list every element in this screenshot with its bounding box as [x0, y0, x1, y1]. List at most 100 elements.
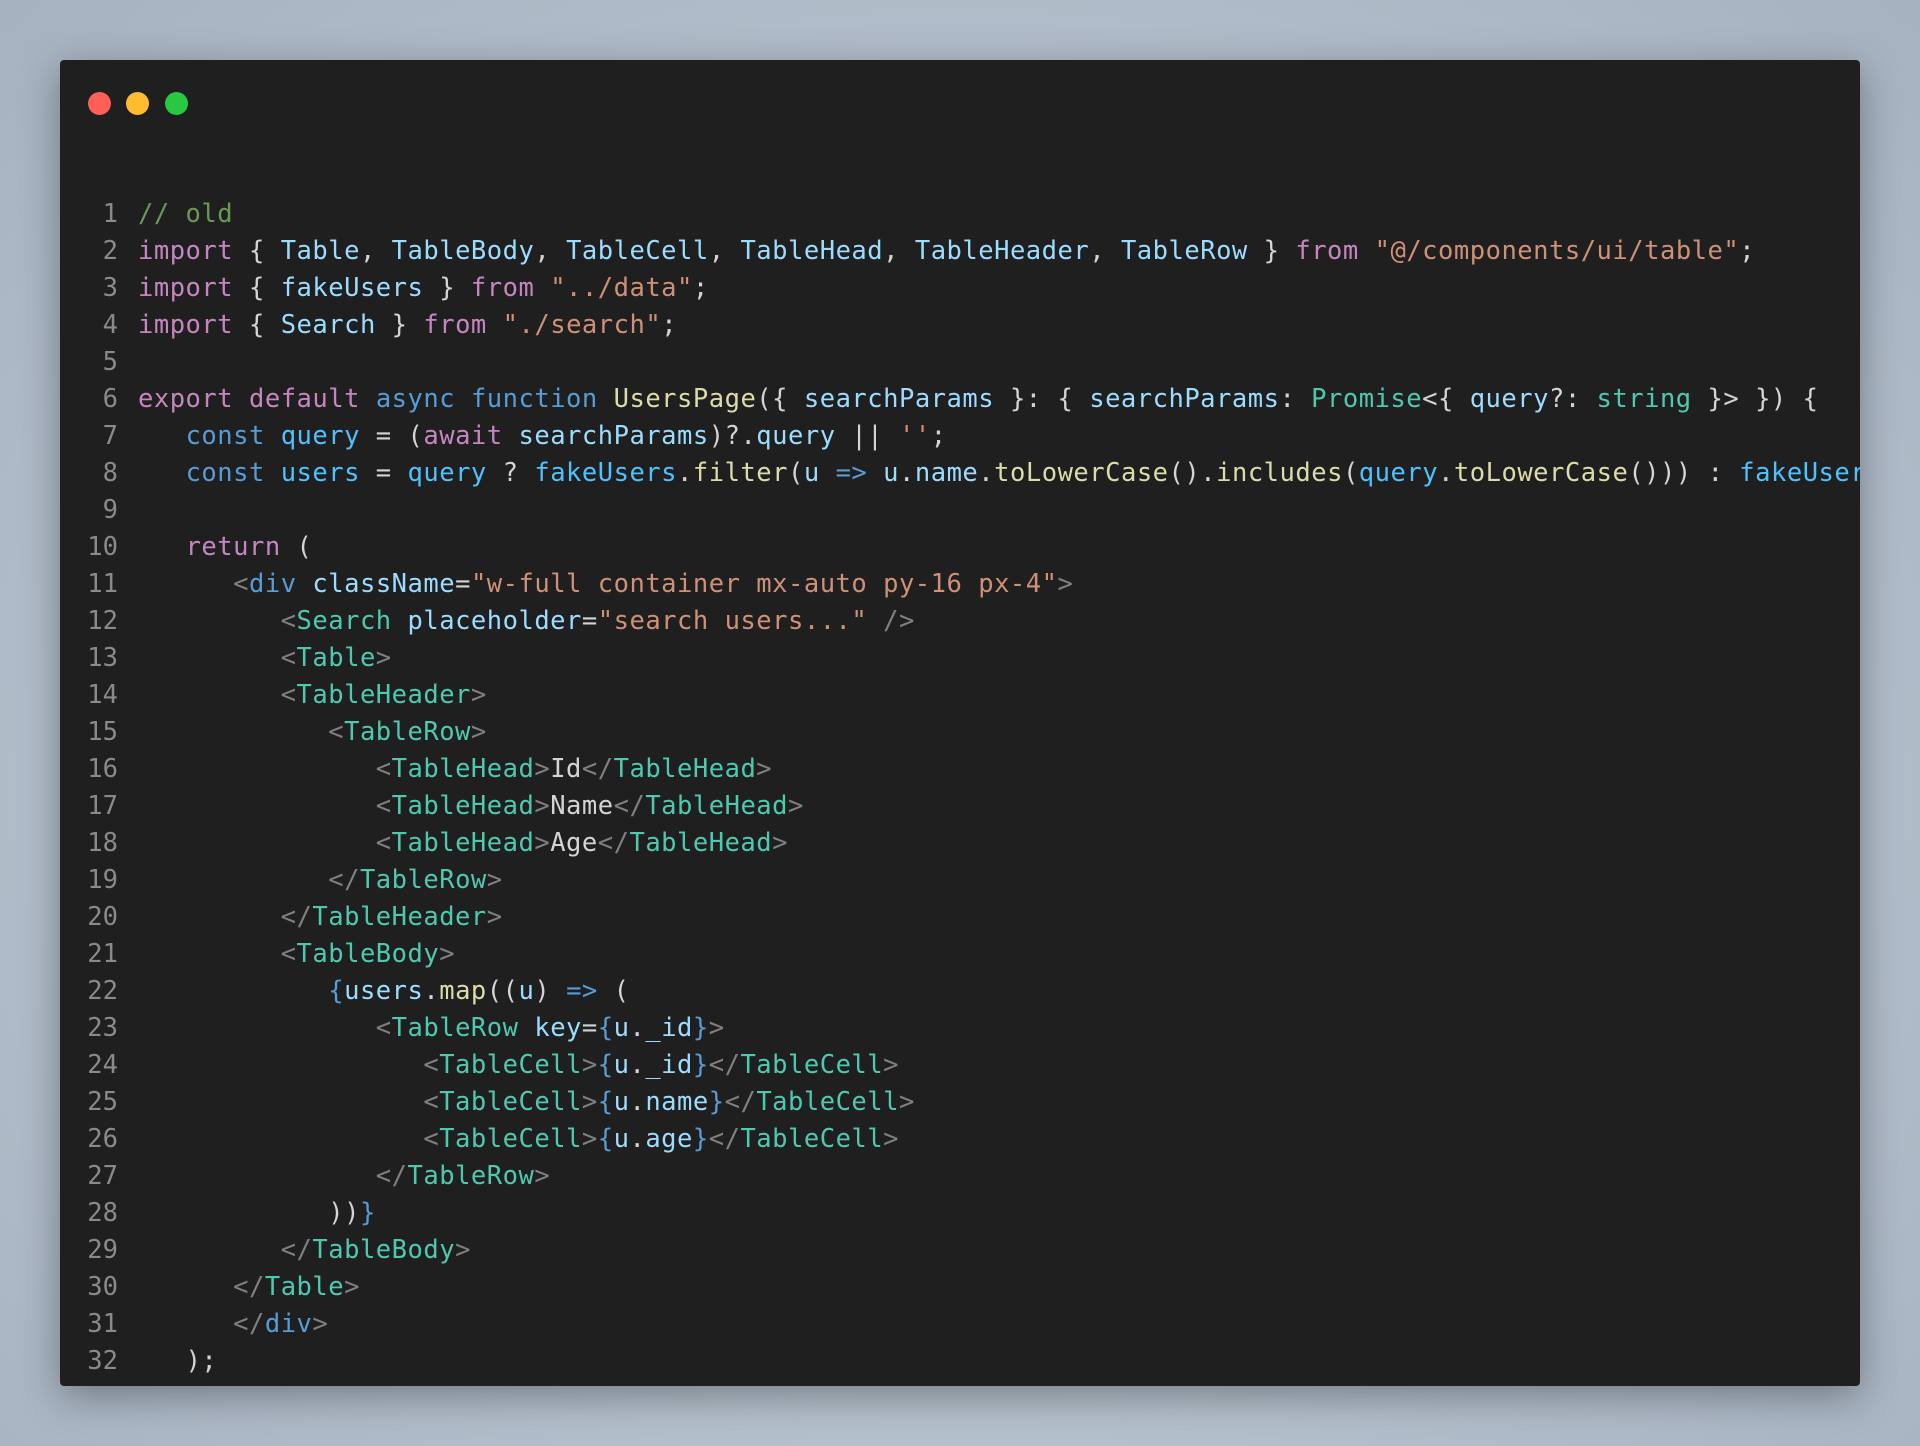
code-token: = — [581, 606, 598, 636]
code-token: > — [486, 902, 503, 932]
line-number: 29 — [87, 1235, 118, 1265]
code-token: > — [534, 828, 551, 858]
code-token: > — [470, 680, 487, 710]
code-token: TableBody — [312, 1235, 456, 1265]
code-line: 18 <TableHead>Age</TableHead> — [60, 825, 1860, 862]
code-line: 19 </TableRow> — [60, 862, 1860, 899]
code-token: . — [1438, 458, 1454, 488]
code-token: </ — [328, 865, 360, 895]
code-text: <TableHeader> — [138, 677, 487, 714]
line-number: 3 — [102, 273, 118, 303]
code-token: < — [280, 643, 297, 673]
code-token: } — [375, 310, 424, 340]
close-button[interactable] — [88, 92, 111, 115]
code-token: div — [248, 569, 297, 599]
code-token: > — [581, 1087, 598, 1117]
code-token: => — [566, 976, 598, 1006]
code-token: > — [1057, 569, 1074, 599]
line-number: 31 — [87, 1309, 118, 1339]
code-line: 10 return ( — [60, 529, 1860, 566]
code-token: . — [629, 1124, 646, 1154]
maximize-button[interactable] — [165, 92, 188, 115]
code-token: (( — [486, 976, 519, 1006]
code-token: </ — [233, 1309, 265, 1339]
code-window: 1 // old 2 import { Table, TableBody, Table… — [60, 60, 1860, 1386]
line-number: 22 — [87, 976, 118, 1006]
code-token: > — [756, 754, 773, 784]
code-token: TableBody — [391, 236, 535, 266]
code-token: TableBody — [296, 939, 440, 969]
code-token: } — [359, 1198, 376, 1228]
code-token: searchParams — [518, 421, 709, 451]
code-token: TableCell — [740, 1050, 884, 1080]
code-token: </ — [708, 1050, 741, 1080]
code-text: </TableRow> — [138, 1158, 550, 1195]
code-text: const query = (await searchParams)?.quer… — [138, 418, 947, 455]
code-token: , — [708, 236, 741, 266]
line-number: 20 — [87, 902, 118, 932]
code-token: . — [899, 458, 915, 488]
code-token: u — [613, 1087, 630, 1117]
code-line: 14 <TableHeader> — [60, 677, 1860, 714]
code-token: function — [470, 384, 598, 414]
code-token: </ — [581, 754, 614, 784]
code-token: , — [359, 236, 392, 266]
code-token: ?: — [1548, 384, 1597, 414]
code-editor[interactable]: 1 // old 2 import { Table, TableBody, Table… — [60, 196, 1860, 1386]
code-token: </ — [724, 1087, 757, 1117]
code-text: <TableCell>{u.age}</TableCell> — [138, 1121, 899, 1158]
code-line: 20 </TableHeader> — [60, 899, 1860, 936]
code-token: fakeUsers — [534, 458, 678, 488]
code-token: TableCell — [439, 1124, 582, 1154]
code-token: > — [486, 865, 503, 895]
code-text: <Search placeholder="search users..." /> — [138, 603, 915, 640]
code-token: < — [375, 828, 392, 858]
code-token: <{ — [1422, 384, 1470, 414]
code-text: export default async function UsersPage(… — [138, 381, 1818, 418]
code-token: TableRow — [344, 717, 471, 747]
code-token: TableHeader — [312, 902, 487, 932]
code-token: </ — [280, 1235, 313, 1265]
line-number: 24 — [87, 1050, 118, 1080]
line-number: 21 — [87, 939, 118, 969]
code-text: </TableBody> — [138, 1232, 471, 1269]
code-line: 32 ); — [60, 1343, 1860, 1380]
code-line: 23 <TableRow key={u._id}> — [60, 1010, 1860, 1047]
code-token: TableRow — [407, 1161, 535, 1191]
code-token: > — [883, 1124, 899, 1154]
code-token: ({ — [756, 384, 804, 414]
line-number: 15 — [87, 717, 118, 747]
line-number: 25 — [87, 1087, 118, 1117]
line-number: 17 — [87, 791, 118, 821]
code-token: age — [645, 1124, 693, 1154]
code-token: query — [756, 421, 836, 451]
code-token: < — [280, 939, 297, 969]
code-token: => — [835, 458, 868, 488]
minimize-button[interactable] — [126, 92, 149, 115]
line-number: 16 — [87, 754, 118, 784]
code-token: < — [375, 791, 392, 821]
code-token: toLowerCase — [1453, 458, 1629, 488]
code-token: string — [1596, 384, 1692, 414]
code-text: return ( — [138, 529, 312, 566]
code-token: TableCell — [439, 1087, 582, 1117]
code-token: ())) : — [1628, 458, 1740, 488]
line-number: 6 — [102, 384, 118, 414]
code-line: 9 — [60, 492, 1860, 529]
code-token: query — [280, 421, 360, 451]
code-token: _id — [645, 1050, 693, 1080]
code-token: query — [1469, 384, 1549, 414]
code-token: < — [233, 569, 249, 599]
code-token: </ — [613, 791, 646, 821]
code-token: ; — [661, 310, 678, 340]
code-line: 29 </TableBody> — [60, 1232, 1860, 1269]
code-token: ; — [692, 273, 709, 303]
code-token: { — [597, 1124, 614, 1154]
